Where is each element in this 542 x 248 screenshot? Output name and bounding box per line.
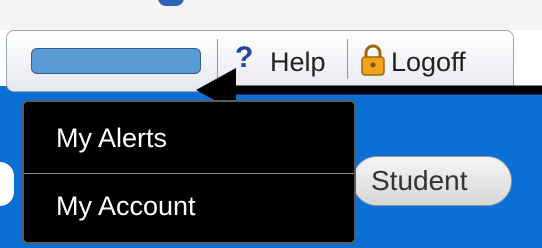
- menu-item-label: My Alerts: [56, 123, 168, 153]
- partial-logo-icon: [158, 0, 184, 6]
- student-button[interactable]: Student: [352, 156, 512, 206]
- user-dropdown-menu: My Alerts My Account: [22, 100, 356, 244]
- student-button-label: Student: [371, 165, 468, 196]
- menu-item-my-alerts[interactable]: My Alerts: [24, 102, 354, 172]
- menu-item-label: My Account: [56, 191, 196, 221]
- menu-item-my-account[interactable]: My Account: [24, 174, 354, 244]
- user-menu-field[interactable]: [31, 48, 201, 74]
- top-strip: [0, 0, 542, 30]
